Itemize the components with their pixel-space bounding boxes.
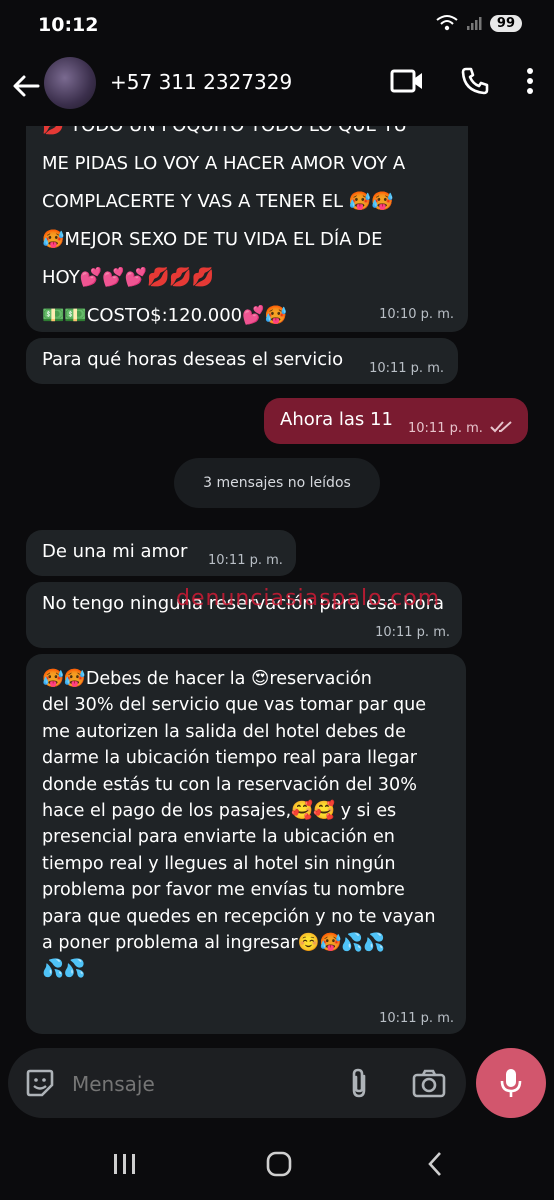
camera-icon[interactable] (412, 1068, 446, 1098)
contact-name[interactable]: +57 311 2327329 (110, 70, 292, 94)
message-text-line: presencial para enviarte la ubicación en (42, 827, 395, 848)
message-text-line: del 30% del servicio que vas tomar par q… (42, 695, 427, 716)
wifi-icon (436, 15, 458, 31)
status-icons: 99 (436, 14, 522, 32)
phone-icon[interactable] (460, 66, 490, 96)
status-time: 10:12 (38, 14, 99, 36)
message-text-line: darme la ubicación tiempo real para lleg… (42, 748, 417, 769)
message-text-line: para que quedes en recepción y no te vay… (42, 906, 436, 927)
more-vertical-icon[interactable] (526, 67, 534, 95)
attach-icon[interactable] (348, 1066, 370, 1100)
message-timestamp: 10:11 p. m. (379, 1010, 454, 1026)
message-text: Para qué horas deseas el servicio (42, 349, 344, 370)
battery-indicator: 99 (489, 14, 522, 32)
message-text: HOY💕💕💕💋💋💋 (42, 267, 215, 288)
message-timestamp: 10:11 p. m. (369, 360, 444, 376)
message-incoming[interactable]: Para qué horas deseas el servicio 10:11 … (26, 338, 458, 384)
system-navbar (0, 1130, 554, 1200)
message-composer (8, 1048, 466, 1118)
unread-divider: 3 mensajes no leídos (174, 458, 380, 508)
message-text: De una mi amor (42, 541, 188, 562)
message-incoming[interactable]: 🥵🥵Debes de hacer la 😍reservación del 30% … (26, 654, 466, 1034)
signal-icon (466, 17, 482, 30)
mic-button[interactable] (476, 1048, 546, 1118)
status-bar: 10:12 99 (0, 0, 554, 52)
home-icon[interactable] (265, 1150, 293, 1178)
message-text-block: 🥵🥵Debes de hacer la 😍reservación del 30% … (42, 666, 462, 983)
recents-icon[interactable] (112, 1152, 138, 1176)
message-text-line: 🥵🥵Debes de hacer la 😍reservación (42, 669, 372, 689)
sticker-icon[interactable] (24, 1067, 56, 1099)
message-incoming[interactable]: De una mi amor 10:11 p. m. (26, 530, 296, 576)
message-timestamp: 10:11 p. m. (408, 420, 483, 436)
double-check-icon (490, 421, 512, 433)
message-outgoing[interactable]: Ahora las 11 10:11 p. m. (264, 398, 528, 444)
back-nav-icon[interactable] (426, 1150, 444, 1178)
header-actions (390, 66, 534, 96)
message-text: COMPLACERTE Y VAS A TENER EL 🥵🥵 (42, 191, 394, 212)
message-text-line: tiempo real y llegues al hotel sin ningú… (42, 853, 396, 874)
message-input[interactable] (70, 1064, 324, 1104)
message-text-line: a poner problema al ingresar☺️🥵💦💦 (42, 932, 386, 953)
message-text-line: problema por favor me envías tu nombre (42, 880, 405, 901)
message-incoming[interactable]: 💋 TODO UN POQUITO TODO LO QUE TU ME PIDA… (26, 126, 468, 332)
message-text: Ahora las 11 (280, 409, 393, 430)
mic-icon (500, 1069, 522, 1097)
arrow-left-icon[interactable] (10, 70, 42, 102)
chat-header-foreground: +57 311 2327329 (0, 52, 554, 126)
video-icon[interactable] (390, 68, 424, 94)
message-timestamp: 10:11 p. m. (375, 624, 450, 640)
message-text: 🥵MEJOR SEXO DE TU VIDA EL DÍA DE (42, 229, 383, 250)
message-text-line: donde estás tu con la reservación del 30… (42, 774, 417, 795)
message-text: ME PIDAS LO VOY A HACER AMOR VOY A (42, 153, 406, 174)
message-text-line: 💦💦 (42, 959, 86, 980)
message-text-line: me autorizen la salida del hotel debes d… (42, 721, 406, 742)
message-timestamp: 10:10 p. m. (379, 306, 454, 322)
watermark: denunciasiaspalo.com (176, 586, 441, 611)
message-timestamp: 10:11 p. m. (208, 552, 283, 568)
avatar[interactable] (44, 57, 96, 109)
message-text-line: hace el pago de los pasajes,🥰🥰 y si es (42, 800, 397, 821)
